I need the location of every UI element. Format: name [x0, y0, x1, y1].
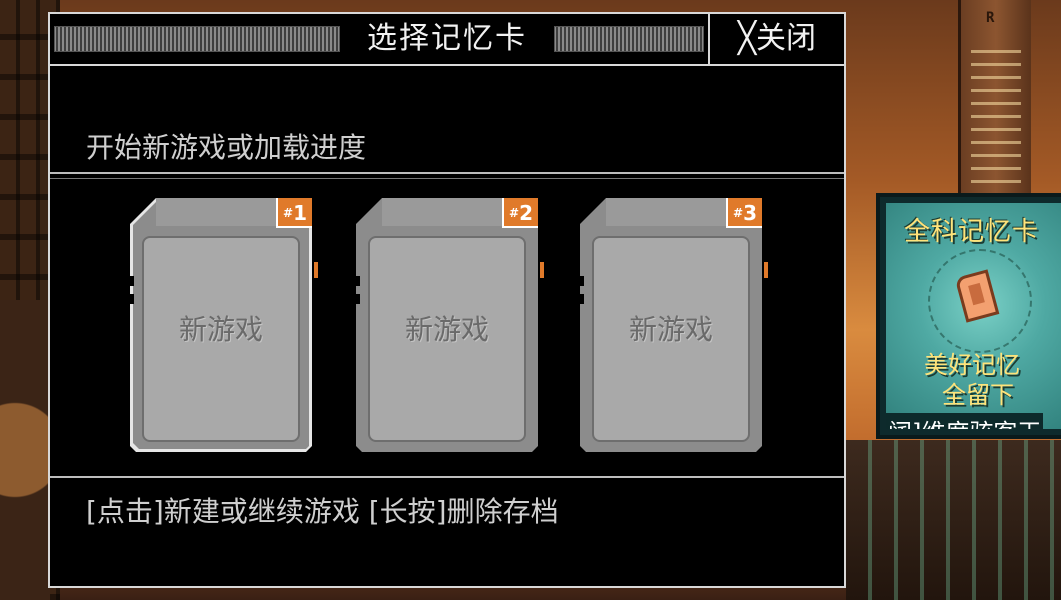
card-notch — [352, 276, 360, 286]
card-notch — [576, 276, 584, 286]
left-building — [0, 300, 50, 600]
slot-number-badge: #3 — [726, 198, 762, 228]
card-label: 新游戏 — [628, 313, 713, 346]
card-side-mark — [540, 262, 544, 278]
billboard-screen: 全科记忆卡 美好记忆 全留下 阔]维度骇客王 — [886, 203, 1061, 429]
card-top-strip — [382, 198, 502, 226]
street-ground — [846, 440, 1061, 600]
slot-number: 2 — [519, 201, 533, 225]
card-side-mark — [314, 262, 318, 278]
memory-card-slot-2[interactable]: #2 新游戏 — [352, 198, 544, 452]
skyscraper — [958, 0, 1031, 200]
titlebar-stripe-right — [554, 26, 704, 52]
slot-number-badge: #1 — [276, 198, 312, 228]
divider — [50, 476, 844, 478]
card-side-mark — [764, 262, 768, 278]
slot-hash: # — [283, 206, 294, 220]
memory-card-slot-3[interactable]: #3 新游戏 — [576, 198, 768, 452]
dialog-subtitle: 开始新游戏或加载进度 — [86, 131, 367, 164]
divider — [50, 172, 844, 174]
card-top-strip — [156, 198, 276, 226]
slot-hash: # — [509, 206, 520, 220]
billboard: 全科记忆卡 美好记忆 全留下 阔]维度骇客王 — [876, 193, 1061, 439]
card-label: 新游戏 — [178, 313, 263, 346]
card-notch — [126, 294, 134, 304]
memory-card-slot-1[interactable]: #1 新游戏 — [126, 198, 318, 452]
billboard-slogan-line2: 全留下 — [942, 381, 1014, 409]
slot-number-badge: #2 — [502, 198, 538, 228]
billboard-ticker: 阔]维度骇客王 — [886, 413, 1044, 429]
dialog-title: 选择记忆卡 — [367, 21, 527, 56]
card-top-strip — [606, 198, 726, 226]
billboard-title: 全科记忆卡 — [904, 217, 1040, 247]
card-label: 新游戏 — [404, 313, 489, 346]
slot-hash: # — [733, 206, 744, 220]
card-notch — [576, 294, 584, 304]
controls-hint: [点击]新建或继续游戏 [长按]删除存档 — [86, 495, 559, 528]
tower-logo: R — [986, 10, 995, 26]
slot-number: 1 — [293, 201, 307, 225]
divider — [50, 64, 844, 66]
slot-number: 3 — [743, 201, 757, 225]
titlebar-stripe-left — [54, 26, 340, 52]
close-button[interactable]: ╳关闭 — [708, 14, 844, 64]
card-notch — [126, 276, 134, 286]
memory-card-dialog: 选择记忆卡 ╳关闭 开始新游戏或加载进度 #1 新游戏 #2 新游戏 #3 新游… — [48, 12, 846, 588]
card-notch — [352, 294, 360, 304]
divider — [50, 178, 844, 179]
dialog-titlebar: 选择记忆卡 ╳关闭 — [50, 14, 844, 64]
